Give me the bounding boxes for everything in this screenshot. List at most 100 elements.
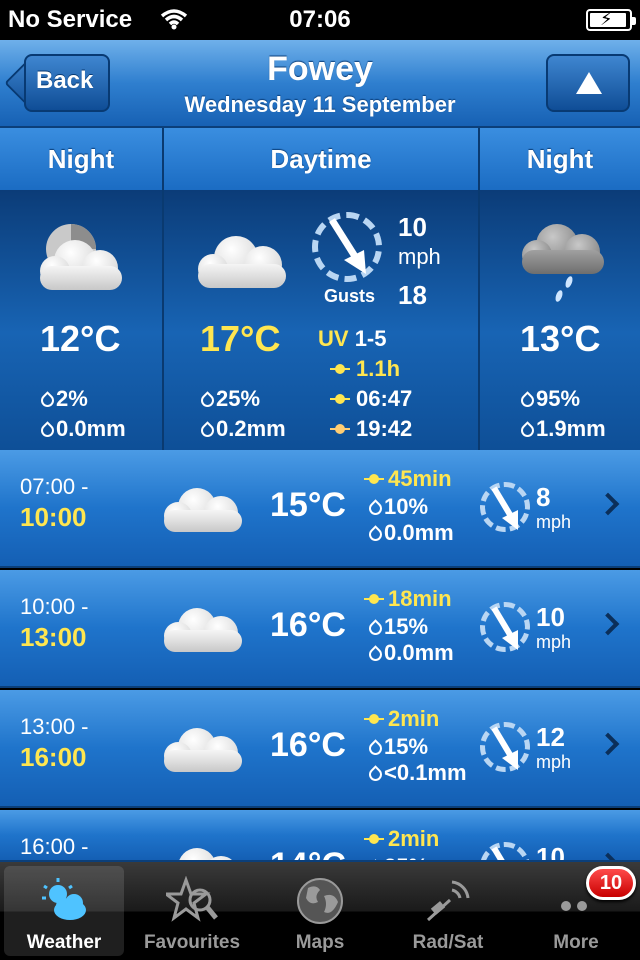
hour-row[interactable]: 16:00 - 14°C 2min 25% 10 mph [0, 810, 640, 862]
clock: 07:06 [289, 6, 351, 33]
hour-sun: 45min [388, 466, 452, 491]
tab-radsat[interactable]: Rad/Sat [388, 866, 508, 956]
hour-rain-mm: 0.0mm [384, 520, 454, 545]
rain-drop-icon [200, 392, 210, 406]
tab-label: More [553, 932, 599, 953]
satellite-icon [426, 880, 470, 922]
cloud-icon [162, 728, 244, 774]
cloud-icon [162, 848, 244, 860]
up-arrow-icon [576, 72, 602, 94]
tab-label: Maps [295, 932, 345, 953]
rain-drop-icon [368, 646, 378, 660]
sun-icon [364, 469, 384, 489]
sun-icon [364, 829, 384, 849]
hour-wind: 12 [536, 722, 565, 752]
notification-badge: 10 [586, 866, 636, 900]
wind-arrow-icon [491, 726, 518, 770]
hour-row[interactable]: 07:00 - 10:00 15°C 45min 10% 0.0mm 8 mph [0, 450, 640, 568]
hour-sun: 2min [388, 706, 440, 731]
wind-arrow-icon [491, 606, 518, 650]
sunrise-icon [330, 389, 350, 409]
cloud-icon [196, 236, 288, 288]
wind-speed-day: 10 [398, 212, 427, 242]
temp-night-right: 13°C [520, 318, 601, 359]
cloud-icon [38, 240, 124, 290]
hour-rain-pct: 15% [384, 614, 429, 639]
sunrise-time: 06:47 [356, 386, 413, 411]
wind-arrow-icon [491, 486, 518, 530]
hour-wind: 10 [536, 602, 565, 632]
tab-label: Weather [26, 932, 102, 953]
rain-pct-right: 95% [536, 386, 581, 411]
hour-rain-mm: 0.0mm [384, 640, 454, 665]
uv-value: 1-5 [354, 326, 387, 351]
summary-header-mid: Daytime [164, 128, 478, 190]
globe-icon [297, 878, 343, 924]
sunset-time: 19:42 [356, 416, 413, 441]
rain-mm-day: 0.2mm [216, 416, 286, 441]
hour-rain-pct: 10% [384, 494, 429, 519]
hour-wind-unit: mph [536, 632, 572, 652]
tab-favourites[interactable]: Favourites [132, 866, 252, 956]
rain-drop-icon [520, 392, 530, 406]
sun-icon [330, 359, 350, 379]
status-bar: No Service 07:06 ⚡ [0, 0, 640, 40]
chevron-right-icon [596, 612, 620, 636]
hour-rain-pct: 15% [384, 734, 429, 759]
hour-from: 16:00 - [20, 834, 89, 859]
up-button[interactable] [546, 54, 630, 112]
summary-header-right: Night [480, 128, 640, 190]
rain-drop-icon [200, 422, 210, 436]
sun-icon [364, 589, 384, 609]
rain-cloud-icon [520, 224, 606, 274]
tab-weather[interactable]: Weather [4, 866, 124, 956]
page-title: Fowey [267, 50, 373, 88]
back-button[interactable]: Back [4, 54, 110, 112]
favourites-icon [166, 876, 218, 922]
tab-label: Favourites [143, 932, 241, 953]
rain-mm-left: 0.0mm [56, 416, 126, 441]
hour-sun: 2min [388, 826, 440, 851]
uv-label: UV [318, 326, 349, 351]
chevron-right-icon [596, 732, 620, 756]
rain-drop-icon [520, 422, 530, 436]
sun-hours: 1.1h [356, 356, 401, 381]
hour-wind: 8 [536, 482, 551, 512]
rain-drop-icon [368, 740, 378, 754]
hour-from: 07:00 - [20, 474, 89, 499]
hour-row[interactable]: 10:00 - 13:00 16°C 18min 15% 0.0mm 10 mp… [0, 570, 640, 688]
temp-night-left: 12°C [40, 318, 121, 359]
wind-unit-day: mph [398, 244, 441, 269]
tab-maps[interactable]: Maps [260, 866, 380, 956]
tab-label: Rad/Sat [412, 932, 484, 953]
rain-drop-icon [368, 766, 378, 780]
tab-bar: Weather Favourites Maps Rad/Sat More [0, 862, 640, 960]
sunset-icon [330, 419, 350, 439]
wind-arrow-icon [329, 218, 366, 274]
hour-to: 16:00 [20, 742, 87, 772]
hour-sun: 18min [388, 586, 452, 611]
battery-icon: ⚡ [586, 9, 636, 31]
hour-to: 13:00 [20, 622, 87, 652]
hour-row[interactable]: 13:00 - 16:00 16°C 2min 15% <0.1mm 12 mp… [0, 690, 640, 808]
day-summary: Night Daytime Night 12°C 2% 0.0mm 17°C 1… [0, 128, 640, 450]
hour-temp: 15°C [270, 486, 346, 524]
rain-mm-right: 1.9mm [536, 416, 606, 441]
rain-drop-icon [368, 500, 378, 514]
hour-temp: 16°C [270, 726, 346, 764]
gusts-value: 18 [398, 280, 427, 310]
cloud-icon [162, 608, 244, 654]
hour-rain-pct: 25% [384, 854, 428, 860]
rain-drop-icon [368, 526, 378, 540]
hour-temp: 14°C [270, 846, 346, 860]
hour-from: 13:00 - [20, 714, 89, 739]
hour-temp: 16°C [270, 606, 346, 644]
hour-wind: 10 [536, 842, 565, 862]
rain-drop-icon [40, 422, 50, 436]
page-subtitle: Wednesday 11 September [184, 92, 456, 117]
hour-wind-unit: mph [536, 752, 572, 772]
hour-from: 10:00 - [20, 594, 89, 619]
chevron-right-icon [596, 492, 620, 516]
wind-arrow-icon [491, 846, 505, 860]
hour-rain-mm: <0.1mm [384, 760, 467, 785]
